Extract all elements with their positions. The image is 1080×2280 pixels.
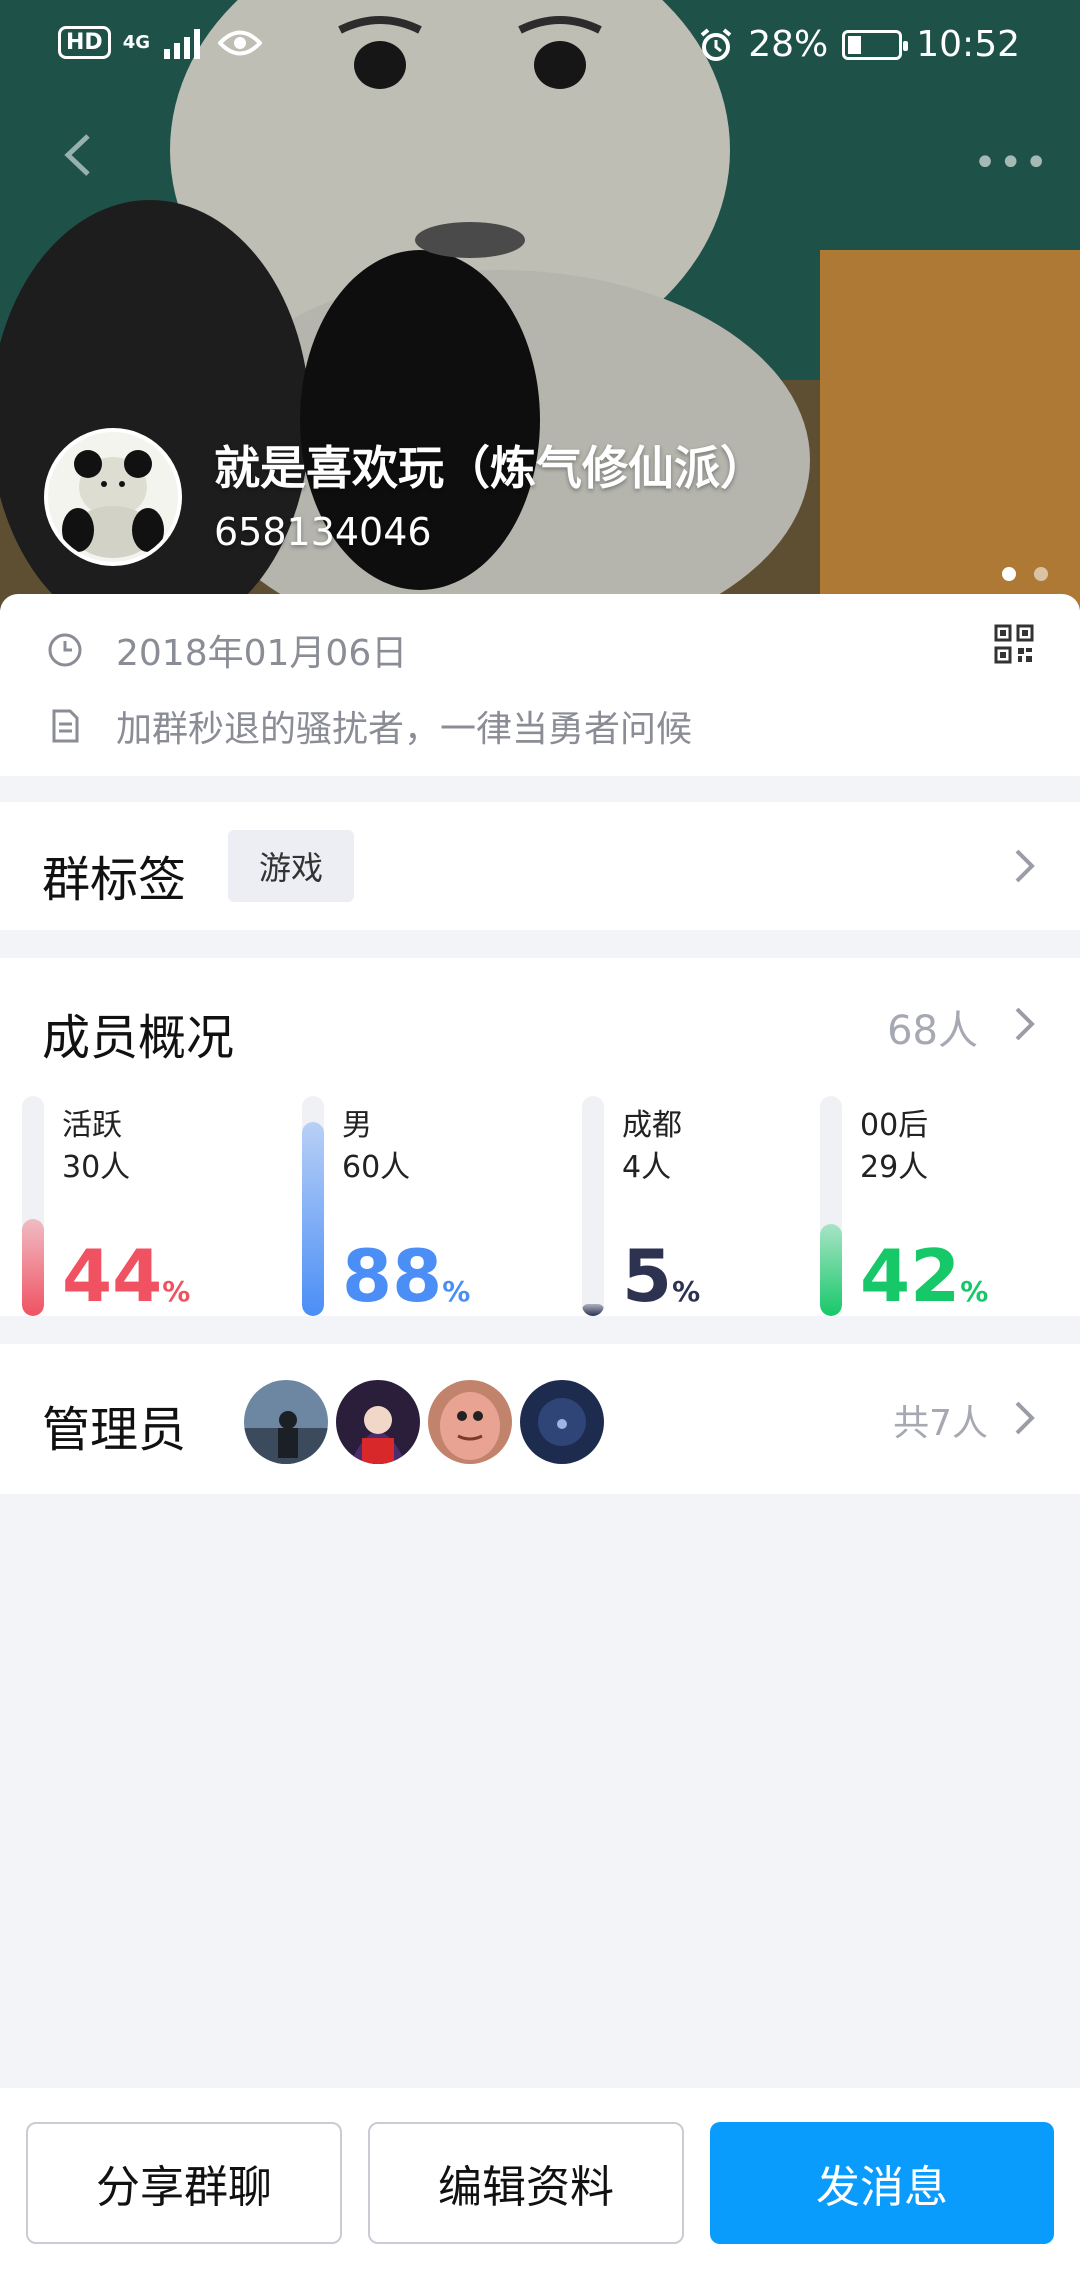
stat-count: 4人 [622, 1150, 672, 1185]
admin-avatar-image [428, 1380, 512, 1464]
back-arrow-icon[interactable] [54, 130, 104, 180]
share-group-button[interactable]: 分享群聊 [26, 2122, 342, 2244]
admins-title: 管理员 [42, 1402, 187, 1458]
stat-count: 30人 [62, 1150, 131, 1185]
stat-male: 男 60人 88% [302, 1096, 542, 1316]
tags-title: 群标签 [42, 852, 187, 908]
carousel-dots [1002, 567, 1048, 581]
admin-avatar[interactable] [426, 1378, 514, 1466]
group-info-card: 2018年01月06日 加群秒退的骚扰者，一律当勇者问候 [0, 594, 1080, 776]
admin-avatars [242, 1378, 606, 1466]
admin-avatar[interactable] [242, 1378, 330, 1466]
stat-age: 00后 29人 42% [820, 1096, 1060, 1316]
group-id: 658134046 [214, 510, 432, 554]
signal-icon [164, 28, 200, 59]
admin-avatar-image [336, 1380, 420, 1464]
admin-avatar[interactable] [334, 1378, 422, 1466]
status-bar: HD 4G 28% 10:52 [0, 0, 1080, 92]
tag-chip: 游戏 [228, 830, 354, 902]
stat-count: 29人 [860, 1150, 929, 1185]
admin-avatar[interactable] [518, 1378, 606, 1466]
stat-percent: 44% [62, 1234, 191, 1316]
bottom-action-bar: 分享群聊 编辑资料 发消息 [0, 2088, 1080, 2280]
network-label: 4G [122, 31, 150, 53]
chevron-right-icon [1015, 1401, 1035, 1435]
stat-label: 男 [342, 1108, 372, 1143]
stat-count: 60人 [342, 1150, 411, 1185]
stat-active: 活跃 30人 44% [22, 1096, 262, 1316]
stat-bar [582, 1096, 604, 1316]
group-avatar[interactable] [44, 428, 182, 566]
admin-avatar-image [244, 1380, 328, 1464]
battery-percent: 28% [748, 24, 829, 65]
description-row: 加群秒退的骚扰者，一律当勇者问候 [46, 700, 692, 752]
group-name: 就是喜欢玩（炼气修仙派） [214, 441, 766, 495]
stat-percent: 42% [860, 1234, 989, 1316]
carousel-dot[interactable] [1034, 567, 1048, 581]
more-icon[interactable]: ••• [973, 140, 1050, 186]
stat-label: 成都 [622, 1108, 682, 1143]
clock: 10:52 [916, 24, 1020, 65]
member-count: 68人 [887, 1008, 978, 1054]
stat-percent: 88% [342, 1234, 471, 1316]
stat-city: 成都 4人 5% [582, 1096, 822, 1316]
stat-percent: 5% [622, 1234, 701, 1316]
chevron-right-icon [1015, 849, 1035, 883]
created-date-row: 2018年01月06日 [46, 624, 407, 676]
group-tags-row[interactable]: 群标签 游戏 [0, 802, 1080, 930]
members-title: 成员概况 [42, 1010, 235, 1066]
qr-code-icon[interactable] [994, 624, 1034, 664]
admins-row[interactable]: 管理员 共7人 [0, 1344, 1080, 1494]
hd-badge: HD [58, 26, 111, 59]
clock-icon [48, 633, 82, 667]
members-overview[interactable]: 成员概况 68人 活跃 30人 44% 男 60人 88% 成都 4人 5% 0… [0, 958, 1080, 1316]
send-message-button[interactable]: 发消息 [710, 2122, 1054, 2244]
group-cover[interactable]: HD 4G 28% 10:52 ••• 就是喜欢玩（炼气修仙派） 6581340… [0, 0, 1080, 610]
document-icon [52, 709, 79, 743]
stat-label: 00后 [860, 1108, 929, 1143]
stat-bar [302, 1096, 324, 1316]
carousel-dot[interactable] [1002, 567, 1016, 581]
edit-profile-button[interactable]: 编辑资料 [368, 2122, 684, 2244]
battery-icon [842, 29, 909, 60]
stat-bar [820, 1096, 842, 1316]
created-date: 2018年01月06日 [116, 633, 408, 674]
alarm-icon [700, 27, 732, 61]
admin-avatar-image [520, 1380, 604, 1464]
stat-label: 活跃 [62, 1108, 122, 1143]
panda-avatar-image [48, 432, 178, 562]
group-description: 加群秒退的骚扰者，一律当勇者问候 [116, 709, 693, 750]
stat-bar [22, 1096, 44, 1316]
admin-total: 共7人 [893, 1403, 988, 1444]
eye-icon [218, 30, 262, 55]
chevron-right-icon [1015, 1007, 1035, 1041]
